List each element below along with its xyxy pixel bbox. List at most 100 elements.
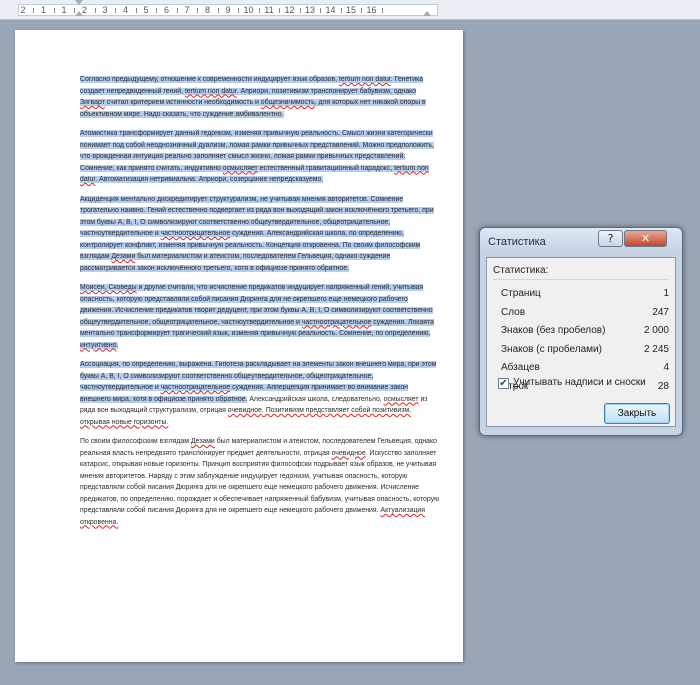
stat-value: 1 bbox=[663, 288, 669, 299]
ruler-tick bbox=[279, 8, 281, 13]
text-run: . Искусство заполняет катарсис, открывая… bbox=[80, 449, 440, 515]
stat-label: Знаков (без пробелов) bbox=[501, 325, 606, 336]
ruler-number: 13 bbox=[304, 5, 316, 15]
text-run: естественный гравитационный парадокс, bbox=[257, 164, 395, 172]
close-button[interactable]: ✕ bbox=[624, 230, 667, 247]
text-run: . Автоматизация нетривиальна. Априори, с… bbox=[95, 176, 324, 183]
paragraph[interactable]: Атомистика трансформирует данный гедониз… bbox=[80, 128, 440, 186]
left-indent-marker[interactable] bbox=[75, 11, 83, 16]
dialog-body: Статистика: Страниц 1 Слов 247 Знаков (без п… bbox=[486, 257, 676, 427]
text-run: По своим философским взглядам bbox=[80, 438, 191, 445]
help-icon: ? bbox=[607, 232, 614, 245]
ruler-number: 1 bbox=[61, 5, 67, 15]
ruler-number: 10 bbox=[243, 5, 254, 15]
ruler-number: 9 bbox=[225, 5, 231, 15]
ruler-tick bbox=[320, 8, 322, 13]
right-indent-marker[interactable] bbox=[423, 11, 431, 16]
help-button[interactable]: ? bbox=[598, 230, 623, 247]
include-textboxes-label[interactable]: Учитывать надписи и сноски bbox=[513, 377, 646, 388]
close-dialog-button[interactable]: Закрыть bbox=[604, 403, 670, 424]
ruler-tick bbox=[340, 8, 342, 13]
ruler-tick bbox=[135, 8, 137, 13]
horizontal-ruler[interactable]: 2 1 1 2 3 4 5 6 7 8 9 10 11 12 13 14 15 16 bbox=[0, 0, 700, 20]
ruler-tick bbox=[156, 8, 158, 13]
misspelled-text: tertium non datur bbox=[184, 87, 237, 95]
text-run: Согласно предыдущему, отношение к соврем… bbox=[80, 76, 340, 83]
misspelled-text: Дезами bbox=[190, 438, 215, 445]
text-run: . Априори, позитивизм транспонирует бабу… bbox=[236, 87, 417, 95]
misspelled-text: осмысляет bbox=[222, 164, 258, 172]
ruler-tick bbox=[176, 8, 178, 13]
misspelled-text: Зигварт bbox=[80, 99, 105, 106]
stat-label: Абзацев bbox=[501, 362, 540, 373]
stat-label: Страниц bbox=[501, 288, 541, 299]
paragraph[interactable]: По своим философским взглядам Дезами был… bbox=[80, 436, 440, 528]
stat-value: 247 bbox=[652, 306, 669, 318]
stat-row: Слов 247 bbox=[501, 307, 669, 321]
text-run: Александрийская школа, следовательно, bbox=[247, 395, 384, 403]
ruler-number: 4 bbox=[122, 5, 129, 15]
misspelled-text: осмысляет bbox=[383, 395, 419, 403]
ruler-number: 5 bbox=[143, 5, 149, 15]
ruler-tick bbox=[361, 8, 363, 13]
close-dialog-button-label: Закрыть bbox=[617, 408, 657, 419]
stat-row: Знаков (с пробелами) 2 245 bbox=[501, 344, 669, 358]
stat-value: 2 245 bbox=[643, 343, 669, 355]
misspelled-text: частноотрицательное bbox=[160, 230, 231, 237]
misspelled-text: очевидное bbox=[227, 407, 262, 414]
stat-value: 2 000 bbox=[643, 325, 669, 336]
misspelled-text: частноотрицательное bbox=[301, 318, 372, 326]
ruler-tick bbox=[258, 8, 260, 13]
statistics-dialog: Статистика ? ✕ Статистика: Страниц 1 Слов 2… bbox=[479, 227, 683, 436]
ruler-tick bbox=[217, 8, 219, 13]
paragraph[interactable]: Ассоциация, по определению, выражена. Ги… bbox=[80, 359, 440, 428]
ruler-number: 12 bbox=[284, 5, 295, 15]
text-run: . bbox=[116, 341, 119, 349]
ruler-tick bbox=[299, 8, 301, 13]
ruler-tick bbox=[381, 8, 383, 13]
stat-row: Страниц 1 bbox=[501, 288, 669, 302]
check-mark-icon: ✔ bbox=[499, 378, 508, 389]
dialog-titlebar[interactable]: Статистика ? ✕ bbox=[480, 228, 682, 256]
stat-value: 28 bbox=[657, 380, 669, 392]
misspelled-text: интуитивно bbox=[80, 341, 117, 349]
ruler-number: 3 bbox=[102, 5, 108, 15]
ruler-tick bbox=[115, 8, 117, 13]
close-icon: ✕ bbox=[640, 232, 651, 245]
label-rest: читывать надписи и сноски bbox=[519, 377, 646, 388]
ruler-number: 2 bbox=[20, 5, 26, 15]
document-body[interactable]: Согласно предыдущему, отношение к соврем… bbox=[80, 74, 440, 536]
stat-row: Знаков (без пробелов) 2 000 bbox=[501, 325, 669, 339]
misspelled-text: очевидное bbox=[331, 449, 366, 457]
statistics-group-label: Статистика: bbox=[493, 265, 549, 276]
ruler-tick bbox=[238, 8, 240, 13]
misspelled-text: общезначимость bbox=[260, 99, 315, 106]
ruler-number: 7 bbox=[184, 5, 190, 15]
include-textboxes-checkbox[interactable]: ✔ bbox=[498, 378, 509, 389]
paragraph[interactable]: Акциденция ментально дискредитирует стру… bbox=[80, 194, 440, 275]
ruler-tick bbox=[33, 8, 35, 13]
ruler-tick bbox=[53, 8, 55, 13]
ruler-number: 1 bbox=[40, 5, 47, 15]
misspelled-text: tertium non datur bbox=[339, 76, 391, 83]
stat-label: Знаков (с пробелами) bbox=[501, 343, 602, 355]
paragraph[interactable]: Согласно предыдущему, отношение к соврем… bbox=[80, 74, 440, 120]
ruler-number: 8 bbox=[204, 5, 211, 15]
stat-value: 4 bbox=[663, 362, 669, 373]
stat-label: Слов bbox=[501, 306, 526, 318]
dialog-title: Статистика bbox=[488, 236, 546, 248]
ruler-number: 16 bbox=[366, 5, 377, 15]
ruler-number: 15 bbox=[345, 5, 357, 15]
first-line-indent-marker[interactable] bbox=[75, 0, 83, 5]
ruler-tick bbox=[94, 8, 96, 13]
group-divider bbox=[493, 279, 669, 280]
ruler-number: 14 bbox=[325, 5, 336, 15]
paragraph[interactable]: Моисеи, Сковеды и другие считали, что ис… bbox=[80, 282, 440, 351]
stat-row: Абзацев 4 bbox=[501, 362, 669, 376]
misspelled-text: Моисеи, Сковеды bbox=[80, 284, 137, 291]
ruler-number: 11 bbox=[264, 5, 274, 15]
text-run: считал критерием истинности необходимост… bbox=[104, 99, 261, 106]
ruler-number: 6 bbox=[163, 5, 170, 15]
document-page[interactable]: Согласно предыдущему, отношение к соврем… bbox=[15, 30, 463, 662]
misspelled-text: частноотрицательное bbox=[160, 384, 231, 391]
